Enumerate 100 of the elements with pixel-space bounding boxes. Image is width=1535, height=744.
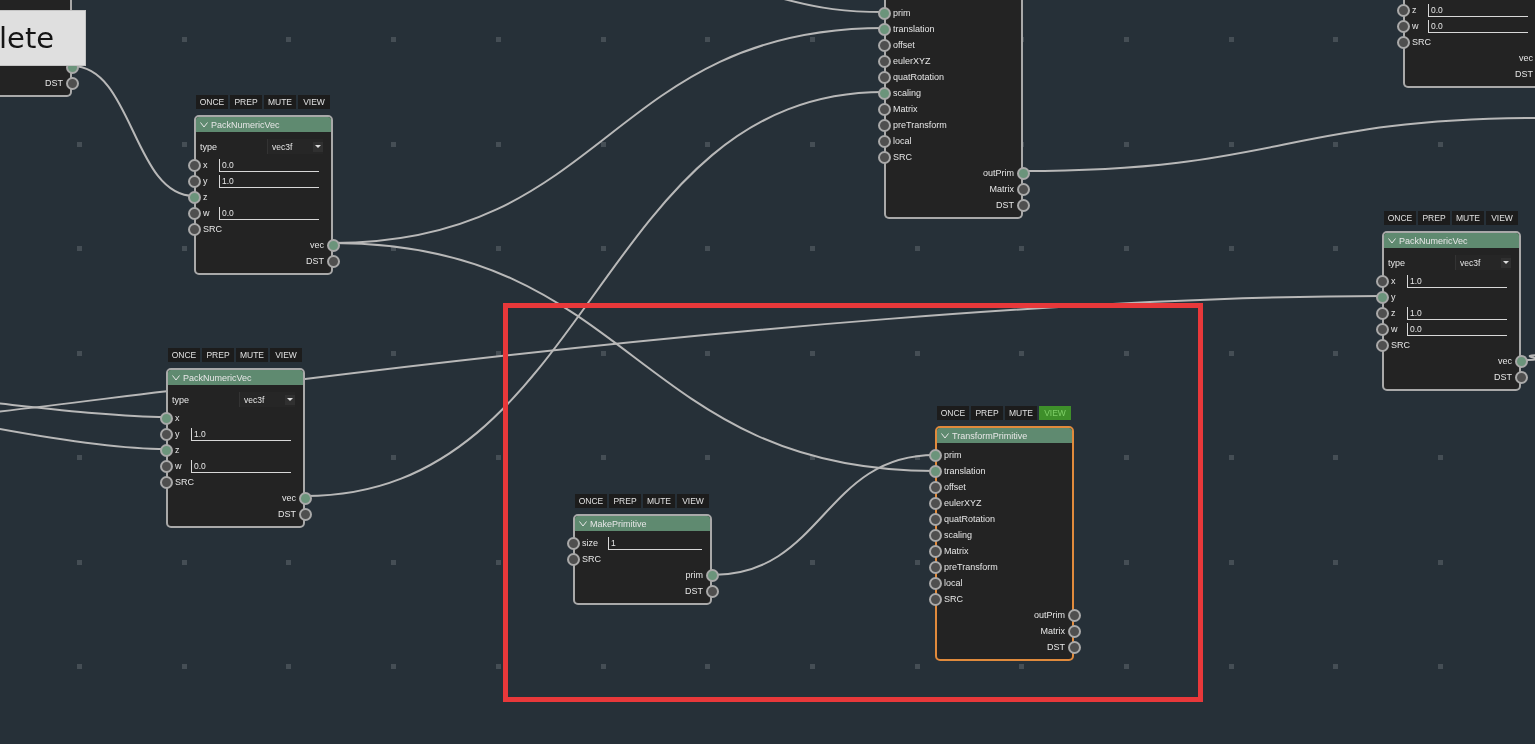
port-handle[interactable] — [877, 55, 891, 68]
chevron-icon[interactable] — [200, 121, 208, 128]
port-handle[interactable] — [159, 476, 173, 489]
port-label: x — [175, 413, 181, 423]
port-handle[interactable] — [877, 7, 891, 20]
toggle-button[interactable]: ONCE — [937, 406, 969, 420]
port-handle[interactable] — [928, 593, 942, 606]
type-dropdown[interactable]: vec3f — [267, 139, 323, 154]
port-handle[interactable] — [298, 492, 312, 505]
value-field[interactable]: 0.0 — [1428, 19, 1528, 33]
toggle-button[interactable]: ONCE — [1384, 211, 1416, 225]
value-field[interactable]: 1.0 — [219, 174, 319, 188]
toggle-button[interactable]: VIEW — [1486, 211, 1518, 225]
value-field[interactable]: 0.0 — [219, 158, 319, 172]
port-handle[interactable] — [877, 23, 891, 36]
toggle-button[interactable]: PREP — [609, 494, 641, 508]
port-label: prim — [685, 570, 703, 580]
port-handle[interactable] — [1375, 307, 1389, 320]
port-handle[interactable] — [928, 465, 942, 478]
value-field[interactable]: 1.0 — [1407, 306, 1507, 320]
port-handle[interactable] — [928, 561, 942, 574]
port-handle[interactable] — [705, 585, 719, 598]
port-handle[interactable] — [877, 39, 891, 52]
port-handle[interactable] — [187, 207, 201, 220]
port-handle[interactable] — [159, 412, 173, 425]
port-handle[interactable] — [877, 87, 891, 100]
port-handle[interactable] — [877, 151, 891, 164]
type-dropdown[interactable]: vec3f — [239, 392, 295, 407]
port-handle[interactable] — [65, 77, 79, 90]
toggle-button[interactable]: PREP — [230, 95, 262, 109]
value-field[interactable]: 0.0 — [219, 206, 319, 220]
port-handle[interactable] — [877, 135, 891, 148]
value-field[interactable]: 0.0 — [1428, 3, 1528, 17]
toggle-button[interactable]: PREP — [971, 406, 1003, 420]
port-handle[interactable] — [159, 460, 173, 473]
toggle-button[interactable]: VIEW — [298, 95, 330, 109]
port-handle[interactable] — [705, 569, 719, 582]
toggle-button[interactable]: ONCE — [575, 494, 607, 508]
port-handle[interactable] — [928, 449, 942, 462]
port-handle[interactable] — [1375, 291, 1389, 304]
toggle-button[interactable]: VIEW — [270, 348, 302, 362]
port-label: preTransform — [893, 120, 947, 130]
port-label: local — [893, 136, 912, 146]
port-handle[interactable] — [326, 239, 340, 252]
toggle-button[interactable]: MUTE — [643, 494, 675, 508]
value-field[interactable]: 1.0 — [1407, 274, 1507, 288]
port-label: x — [1391, 276, 1397, 286]
port-handle[interactable] — [1375, 323, 1389, 336]
port-handle[interactable] — [877, 119, 891, 132]
port-handle[interactable] — [1067, 625, 1081, 638]
port-label: SRC — [1391, 340, 1410, 350]
port-handle[interactable] — [159, 428, 173, 441]
port-handle[interactable] — [1375, 339, 1389, 352]
port-handle[interactable] — [1396, 4, 1410, 17]
port-handle[interactable] — [928, 481, 942, 494]
toggle-button[interactable]: MUTE — [236, 348, 268, 362]
toggle-button[interactable]: MUTE — [1005, 406, 1037, 420]
port-label: outPrim — [1034, 610, 1065, 620]
chevron-icon[interactable] — [941, 432, 949, 439]
type-dropdown[interactable]: vec3f — [1455, 255, 1511, 270]
toggle-button[interactable]: MUTE — [264, 95, 296, 109]
port-handle[interactable] — [1396, 36, 1410, 49]
toggle-button[interactable]: MUTE — [1452, 211, 1484, 225]
port-handle[interactable] — [326, 255, 340, 268]
port-handle[interactable] — [187, 223, 201, 236]
port-handle[interactable] — [1016, 167, 1030, 180]
port-handle[interactable] — [1514, 355, 1528, 368]
toggle-button[interactable]: VIEW — [677, 494, 709, 508]
toggle-button[interactable]: PREP — [202, 348, 234, 362]
port-handle[interactable] — [928, 545, 942, 558]
chevron-icon[interactable] — [172, 374, 180, 381]
toggle-button[interactable]: PREP — [1418, 211, 1450, 225]
port-handle[interactable] — [1067, 609, 1081, 622]
port-handle[interactable] — [1067, 641, 1081, 654]
port-handle[interactable] — [928, 529, 942, 542]
port-handle[interactable] — [1016, 199, 1030, 212]
port-handle[interactable] — [877, 103, 891, 116]
value-field[interactable]: 1.0 — [191, 427, 291, 441]
port-handle[interactable] — [1514, 371, 1528, 384]
value-field[interactable]: 1 — [608, 536, 702, 550]
port-handle[interactable] — [928, 497, 942, 510]
chevron-icon[interactable] — [579, 520, 587, 527]
toggle-button[interactable]: ONCE — [168, 348, 200, 362]
port-handle[interactable] — [928, 577, 942, 590]
port-handle[interactable] — [1016, 183, 1030, 196]
port-handle[interactable] — [187, 191, 201, 204]
port-handle[interactable] — [1396, 20, 1410, 33]
value-field[interactable]: 0.0 — [1407, 322, 1507, 336]
port-handle[interactable] — [1375, 275, 1389, 288]
port-handle[interactable] — [566, 537, 580, 550]
port-handle[interactable] — [928, 513, 942, 526]
port-handle[interactable] — [187, 159, 201, 172]
port-handle[interactable] — [566, 553, 580, 566]
port-handle[interactable] — [298, 508, 312, 521]
value-field[interactable]: 0.0 — [191, 459, 291, 473]
port-handle[interactable] — [187, 175, 201, 188]
port-handle[interactable] — [159, 444, 173, 457]
toggle-button[interactable]: ONCE — [196, 95, 228, 109]
port-handle[interactable] — [877, 71, 891, 84]
chevron-icon[interactable] — [1388, 237, 1396, 244]
